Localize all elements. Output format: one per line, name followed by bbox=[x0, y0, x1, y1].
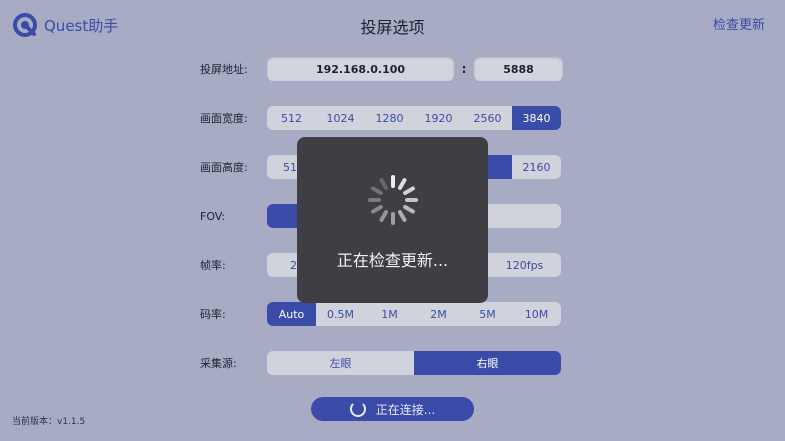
bitrate-option[interactable]: 10M bbox=[512, 302, 561, 326]
bitrate-label: 码率: bbox=[200, 308, 226, 321]
bitrate-option[interactable]: 0.5M bbox=[316, 302, 365, 326]
bitrate-option[interactable]: 1M bbox=[365, 302, 414, 326]
width-option-selected[interactable]: 3840 bbox=[512, 106, 561, 130]
source-option-right-eye[interactable]: 右眼 bbox=[414, 351, 561, 375]
connect-button-label: 正在连接... bbox=[375, 402, 436, 417]
bitrate-segmented: Auto 0.5M 1M 2M 5M 10M bbox=[267, 302, 561, 326]
source-segmented: 左眼 右眼 bbox=[267, 351, 561, 375]
check-update-link[interactable]: 检查更新 bbox=[713, 14, 765, 33]
width-option[interactable]: 512 bbox=[267, 106, 316, 130]
source-label: 采集源: bbox=[200, 357, 237, 370]
framerate-option[interactable]: 120fps bbox=[487, 253, 561, 277]
height-label: 画面高度: bbox=[200, 161, 248, 174]
port-input[interactable]: 5888 bbox=[474, 57, 563, 81]
width-option[interactable]: 1280 bbox=[365, 106, 414, 130]
fov-label: FOV: bbox=[200, 209, 226, 223]
address-row: 投屏地址: 192.168.0.100 : 5888 bbox=[200, 57, 563, 81]
width-option[interactable]: 2560 bbox=[463, 106, 512, 130]
connect-button[interactable]: 正在连接... bbox=[311, 397, 474, 421]
framerate-label: 帧率: bbox=[200, 259, 226, 272]
bitrate-option[interactable]: 2M bbox=[414, 302, 463, 326]
bitrate-option-selected[interactable]: Auto bbox=[267, 302, 316, 326]
page-title: 投屏选项 bbox=[360, 18, 425, 37]
dialog-message: 正在检查更新... bbox=[336, 251, 449, 270]
address-colon: : bbox=[461, 62, 467, 76]
ip-input[interactable]: 192.168.0.100 bbox=[267, 57, 454, 81]
loading-spinner-icon bbox=[349, 401, 366, 417]
width-segmented: 512 1024 1280 1920 2560 3840 bbox=[267, 106, 561, 130]
width-option[interactable]: 1920 bbox=[414, 106, 463, 130]
source-option-left-eye[interactable]: 左眼 bbox=[267, 351, 414, 375]
bitrate-row: 码率: Auto 0.5M 1M 2M 5M 10M bbox=[200, 302, 561, 326]
version-label: 当前版本：v1.1.5 bbox=[12, 417, 86, 427]
loading-spinner-icon bbox=[366, 173, 420, 227]
width-option[interactable]: 1024 bbox=[316, 106, 365, 130]
width-label: 画面宽度: bbox=[200, 112, 248, 125]
height-option[interactable]: 2160 bbox=[512, 155, 561, 179]
bitrate-option[interactable]: 5M bbox=[463, 302, 512, 326]
update-check-dialog: 正在检查更新... bbox=[297, 137, 488, 303]
width-row: 画面宽度: 512 1024 1280 1920 2560 3840 bbox=[200, 106, 561, 130]
source-row: 采集源: 左眼 右眼 bbox=[200, 351, 561, 375]
address-label: 投屏地址: bbox=[200, 63, 248, 76]
